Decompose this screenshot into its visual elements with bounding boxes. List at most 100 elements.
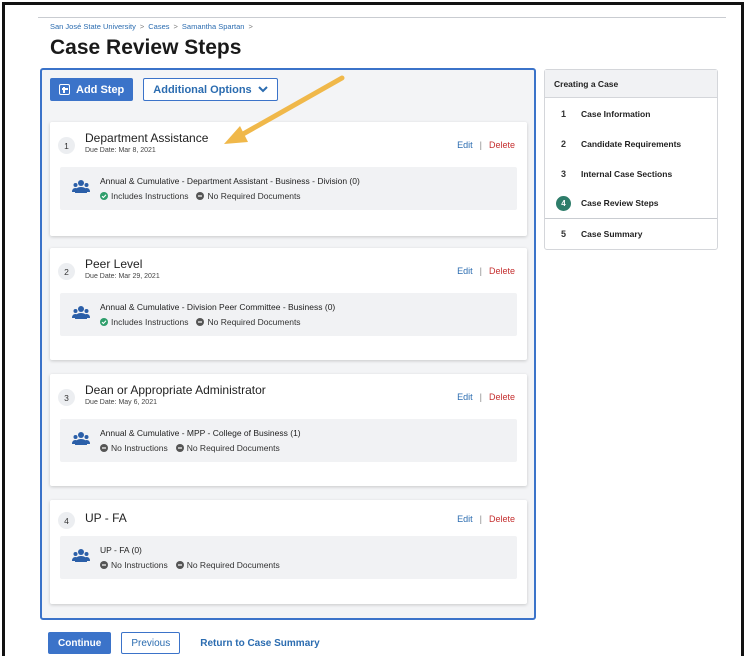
reviewer-meta: Includes Instructions No Required Docume… <box>100 317 301 327</box>
sidebar-item-label: Case Information <box>581 109 651 119</box>
documents-label: No Required Documents <box>186 443 280 453</box>
annotation-arrow <box>224 75 345 144</box>
continue-button[interactable]: Continue <box>48 632 112 654</box>
breadcrumb: San José State University > Cases > Sama… <box>50 22 253 31</box>
step-number: 4 <box>58 512 75 529</box>
sidebar-item-candidate-requirements[interactable]: 2 Candidate Requirements <box>545 129 717 159</box>
step-due-date: Due Date: May 6, 2021 <box>85 399 157 406</box>
step-title: UP - FA <box>85 511 127 525</box>
instructions-status: No Instructions <box>100 443 168 453</box>
reviewer-name: Annual & Cumulative - Department Assista… <box>100 176 360 186</box>
instructions-label: No Instructions <box>111 560 168 570</box>
sidebar-item-case-summary[interactable]: 5 Case Summary <box>545 219 717 249</box>
reviewer-meta: No Instructions No Required Documents <box>100 560 280 570</box>
users-icon <box>72 180 90 193</box>
instructions-status: Includes Instructions <box>100 317 188 327</box>
users-icon <box>72 432 90 445</box>
edit-link[interactable]: Edit <box>457 266 473 276</box>
breadcrumb-candidate[interactable]: Samantha Spartan <box>182 22 245 31</box>
breadcrumb-separator: > <box>173 22 178 31</box>
footer-actions: Continue Previous Return to Case Summary <box>48 632 320 654</box>
edit-link[interactable]: Edit <box>457 392 473 402</box>
reviewer-group: UP - FA (0) No Instructions No Required … <box>60 536 517 579</box>
documents-label: No Required Documents <box>186 560 280 570</box>
sidebar-item-label: Case Review Steps <box>581 198 659 208</box>
delete-link[interactable]: Delete <box>489 266 515 276</box>
step-due-date: Due Date: Mar 29, 2021 <box>85 273 160 280</box>
step-number: 2 <box>58 263 75 280</box>
delete-link[interactable]: Delete <box>489 514 515 524</box>
step-card: 2 Peer Level Due Date: Mar 29, 2021 Edit… <box>50 248 527 360</box>
reviewer-group: Annual & Cumulative - Department Assista… <box>60 167 517 210</box>
documents-status: No Required Documents <box>196 317 301 327</box>
plus-icon <box>59 84 70 95</box>
check-circle-icon <box>100 318 108 326</box>
documents-status: No Required Documents <box>175 443 280 453</box>
reviewer-meta: Includes Instructions No Required Docume… <box>100 191 301 201</box>
delete-link[interactable]: Delete <box>489 140 515 150</box>
case-steps-sidebar: Creating a Case 1 Case Information 2 Can… <box>544 69 718 250</box>
step-number: 1 <box>58 137 75 154</box>
instructions-label: Includes Instructions <box>111 191 189 201</box>
page-title: Case Review Steps <box>50 36 242 59</box>
step-actions: Edit | Delete <box>457 266 515 276</box>
edit-link[interactable]: Edit <box>457 140 473 150</box>
sidebar-item-internal-case-sections[interactable]: 3 Internal Case Sections <box>545 159 717 189</box>
action-separator: | <box>479 266 482 276</box>
minus-circle-icon <box>175 444 184 452</box>
step-number: 3 <box>58 389 75 406</box>
check-circle-icon <box>100 192 108 200</box>
users-icon <box>72 549 90 562</box>
step-actions: Edit | Delete <box>457 392 515 402</box>
reviewer-name: UP - FA (0) <box>100 545 142 555</box>
sidebar-step-number: 2 <box>560 139 566 149</box>
sidebar-item-case-review-steps[interactable]: 4 Case Review Steps <box>545 188 717 218</box>
documents-label: No Required Documents <box>207 317 301 327</box>
breadcrumb-cases[interactable]: Cases <box>148 22 169 31</box>
header-divider <box>38 17 726 18</box>
instructions-label: No Instructions <box>111 443 168 453</box>
action-separator: | <box>479 392 482 402</box>
minus-circle-icon <box>100 444 108 452</box>
step-title: Peer Level <box>85 257 143 271</box>
previous-button[interactable]: Previous <box>121 632 181 654</box>
reviewer-name: Annual & Cumulative - MPP - College of B… <box>100 428 301 438</box>
documents-status: No Required Documents <box>175 560 280 570</box>
step-actions: Edit | Delete <box>457 140 515 150</box>
sidebar-item-label: Internal Case Sections <box>581 169 673 179</box>
sidebar-step-number-active: 4 <box>556 195 571 211</box>
sidebar-item-label: Case Summary <box>581 229 643 239</box>
instructions-status: Includes Instructions <box>100 191 188 201</box>
minus-circle-icon <box>100 561 108 569</box>
step-card: 3 Dean or Appropriate Administrator Due … <box>50 374 527 486</box>
users-icon <box>72 306 90 319</box>
add-step-button[interactable]: Add Step <box>50 78 134 101</box>
delete-link[interactable]: Delete <box>489 392 515 402</box>
step-card: 4 UP - FA Edit | Delete UP - FA (0) No I… <box>50 500 527 604</box>
minus-circle-icon <box>175 561 184 569</box>
sidebar-step-number: 1 <box>560 109 566 119</box>
minus-circle-icon <box>196 192 205 200</box>
minus-circle-icon <box>196 318 205 326</box>
sidebar-step-number: 3 <box>560 169 566 179</box>
step-due-date: Due Date: Mar 8, 2021 <box>85 147 156 154</box>
sidebar-step-number: 5 <box>560 229 566 239</box>
sidebar-item-label: Candidate Requirements <box>581 139 682 149</box>
step-title: Dean or Appropriate Administrator <box>85 383 266 397</box>
breadcrumb-university[interactable]: San José State University <box>50 22 136 31</box>
documents-status: No Required Documents <box>196 191 301 201</box>
action-separator: | <box>479 514 482 524</box>
documents-label: No Required Documents <box>207 191 301 201</box>
return-to-summary-link[interactable]: Return to Case Summary <box>200 638 319 649</box>
reviewer-group: Annual & Cumulative - Division Peer Comm… <box>60 293 517 336</box>
breadcrumb-separator: > <box>248 22 253 31</box>
action-separator: | <box>479 140 482 150</box>
instructions-label: Includes Instructions <box>111 317 189 327</box>
sidebar-item-case-information[interactable]: 1 Case Information <box>545 99 717 129</box>
step-title: Department Assistance <box>85 131 209 145</box>
reviewer-meta: No Instructions No Required Documents <box>100 443 280 453</box>
instructions-status: No Instructions <box>100 560 168 570</box>
sidebar-header: Creating a Case <box>545 70 717 98</box>
edit-link[interactable]: Edit <box>457 514 473 524</box>
breadcrumb-separator: > <box>139 22 145 31</box>
